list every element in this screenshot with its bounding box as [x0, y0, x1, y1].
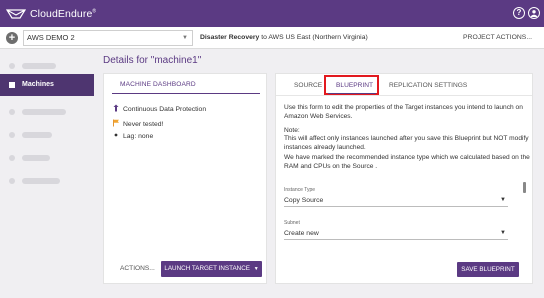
highlight-box: [324, 75, 379, 95]
project-select[interactable]: AWS DEMO 2 ▼: [23, 30, 193, 46]
question-circle-icon[interactable]: ?: [513, 7, 525, 19]
chevron-down-icon: ▼: [500, 197, 506, 203]
save-blueprint-button[interactable]: SAVE BLUEPRINT: [457, 262, 519, 277]
status-lag: Lag: none: [112, 131, 153, 141]
chevron-down-icon: ▼: [253, 266, 259, 272]
project-select-value: AWS DEMO 2: [27, 33, 75, 42]
active-tab-underline: [328, 93, 376, 94]
sidebar-item-blurred-5[interactable]: [0, 170, 94, 192]
tab-underline: [112, 93, 260, 94]
status-test: Never tested!: [112, 119, 163, 129]
page-title: Details for "machine1": [103, 55, 202, 66]
blueprint-panel: SOURCE BLUEPRINT REPLICATION SETTINGS Us…: [275, 73, 533, 284]
sidebar-item-blurred-2[interactable]: [0, 101, 94, 123]
project-bar: + AWS DEMO 2 ▼ Disaster Recovery to AWS …: [0, 27, 544, 49]
project-description: Disaster Recovery to AWS US East (Northe…: [200, 34, 368, 41]
status-cdp: Continuous Data Protection: [112, 104, 206, 114]
dr-target: to AWS US East (Northern Virginia): [259, 34, 368, 41]
launch-target-instance-button[interactable]: LAUNCH TARGET INSTANCE ▼: [161, 261, 262, 277]
app-logo[interactable]: CloudEndure®: [6, 6, 96, 22]
user-circle-icon[interactable]: [528, 7, 540, 19]
sidebar-item-blurred-3[interactable]: [0, 124, 94, 146]
subnet-value: Create new: [284, 230, 319, 237]
instance-type-select[interactable]: Copy Source ▼: [284, 195, 508, 207]
app-name: CloudEndure: [30, 8, 93, 20]
tabs-divider: [276, 95, 532, 96]
blueprint-intro: Use this form to edit the properties of …: [284, 104, 523, 120]
dr-label: Disaster Recovery: [200, 34, 260, 41]
launch-button-label: LAUNCH TARGET INSTANCE: [164, 265, 250, 272]
sidebar-item-blurred-4[interactable]: [0, 147, 94, 169]
sync-icon: [112, 104, 120, 114]
subnet-label: Subnet: [284, 220, 300, 226]
flag-icon: [112, 119, 120, 129]
sidebar: Machines: [0, 49, 94, 298]
tab-replication-settings[interactable]: REPLICATION SETTINGS: [389, 82, 467, 89]
tab-machine-dashboard[interactable]: MACHINE DASHBOARD: [120, 81, 196, 88]
top-bar: CloudEndure® ?: [0, 0, 544, 27]
chevron-down-icon: ▼: [182, 35, 188, 41]
sidebar-item-label: Machines: [22, 81, 54, 88]
cloudendure-logo-icon: [6, 9, 26, 19]
scrollbar[interactable]: [523, 182, 526, 193]
machine-dashboard-panel: MACHINE DASHBOARD Continuous Data Protec…: [103, 73, 267, 284]
status-text: Lag: none: [123, 132, 154, 140]
machines-icon: [9, 82, 15, 88]
recommend-text: We have marked the recommended instance …: [284, 154, 530, 170]
instance-type-label: Instance Type: [284, 187, 316, 193]
note-body: This will affect only instances launched…: [284, 135, 529, 151]
sidebar-item-machines[interactable]: Machines: [0, 74, 94, 96]
subnet-select[interactable]: Create new ▼: [284, 228, 508, 240]
project-actions-link[interactable]: PROJECT ACTIONS...: [463, 34, 532, 41]
status-text: Never tested!: [123, 120, 164, 128]
add-project-button[interactable]: +: [6, 32, 18, 44]
trademark-mark: ®: [92, 8, 97, 15]
status-text: Continuous Data Protection: [123, 105, 207, 113]
actions-link[interactable]: ACTIONS...: [120, 265, 155, 272]
chevron-down-icon: ▼: [500, 230, 506, 236]
instance-type-value: Copy Source: [284, 197, 324, 204]
tab-source[interactable]: SOURCE: [294, 82, 322, 89]
dot-icon: [112, 131, 120, 141]
